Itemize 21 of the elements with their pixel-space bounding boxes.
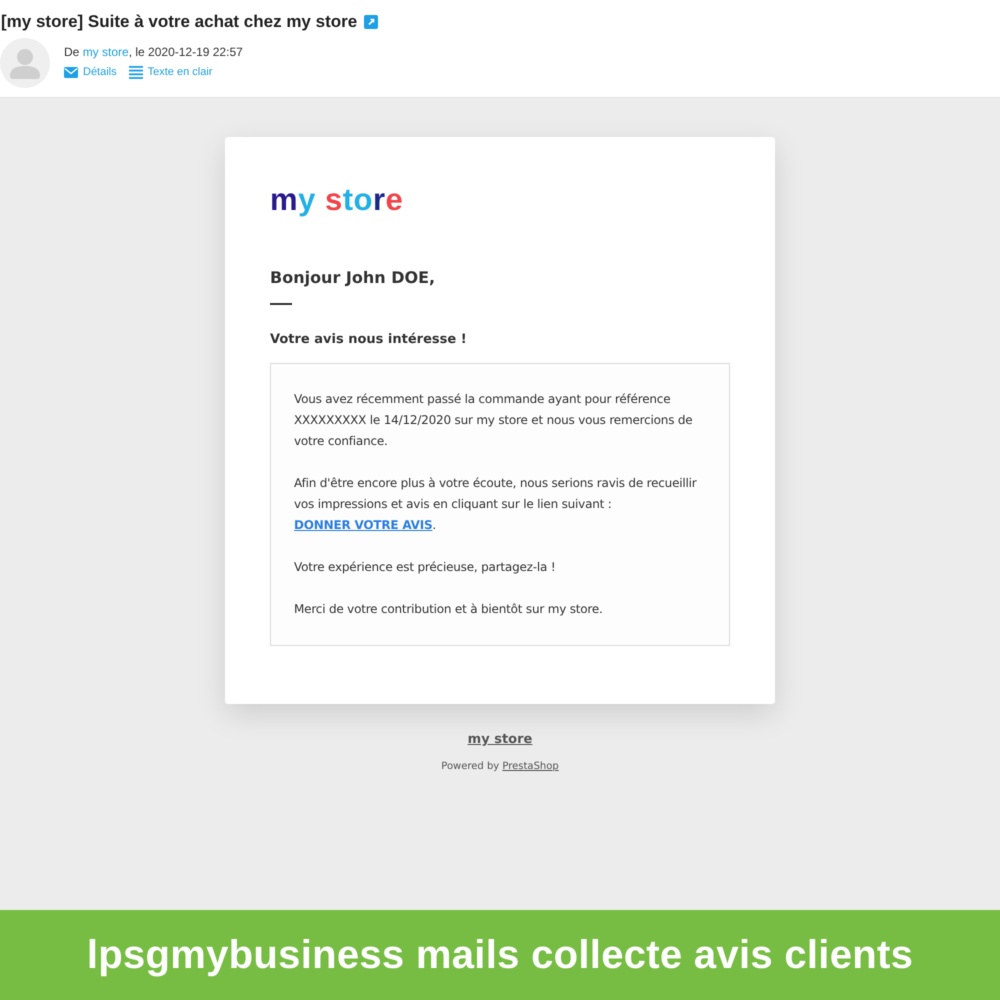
store-footer-link[interactable]: my store: [468, 731, 532, 749]
avatar-icon: [0, 38, 50, 88]
section-heading: Votre avis nous intéresse !: [270, 331, 467, 349]
sender-link[interactable]: my store: [82, 45, 129, 59]
plain-text-link[interactable]: Texte en clair: [128, 65, 212, 79]
sender-line: De my store, le 2020-12-19 22:57: [64, 44, 243, 60]
envelope-icon: [64, 66, 78, 78]
store-logo: my store: [270, 181, 404, 219]
details-link[interactable]: Détails: [64, 65, 117, 79]
greeting-heading: Bonjour John DOE,: [270, 267, 436, 289]
body-paragraph: Vous avez récemment passé la commande ayant pour référence XXXXXXXXX le 14/12/2020 sur my store et nous vous remercions de votre confiance.: [294, 391, 694, 450]
body-paragraph: Votre expérience est précieuse, partagez-la !: [294, 559, 556, 576]
banner-text: lpsgmybusiness mails collecte avis clients: [86, 932, 914, 978]
review-link[interactable]: DONNER VOTRE AVIS: [294, 518, 432, 532]
external-link-icon: [364, 15, 378, 29]
body-paragraph: Afin d'être encore plus à votre écoute, nous serions ravis de recueillir vos impressions et avis en cliquant sur le lien suivant : DONNER VOTRE AVIS.: [294, 475, 698, 534]
powered-by-text: Powered by PrestaShop: [441, 760, 559, 774]
email-subject: [my store] Suite à votre achat chez my store: [1, 11, 358, 33]
list-icon: [128, 66, 143, 78]
prestashop-link[interactable]: PrestaShop: [502, 761, 559, 772]
body-paragraph: Merci de votre contribution et à bientôt sur my store.: [294, 601, 604, 618]
